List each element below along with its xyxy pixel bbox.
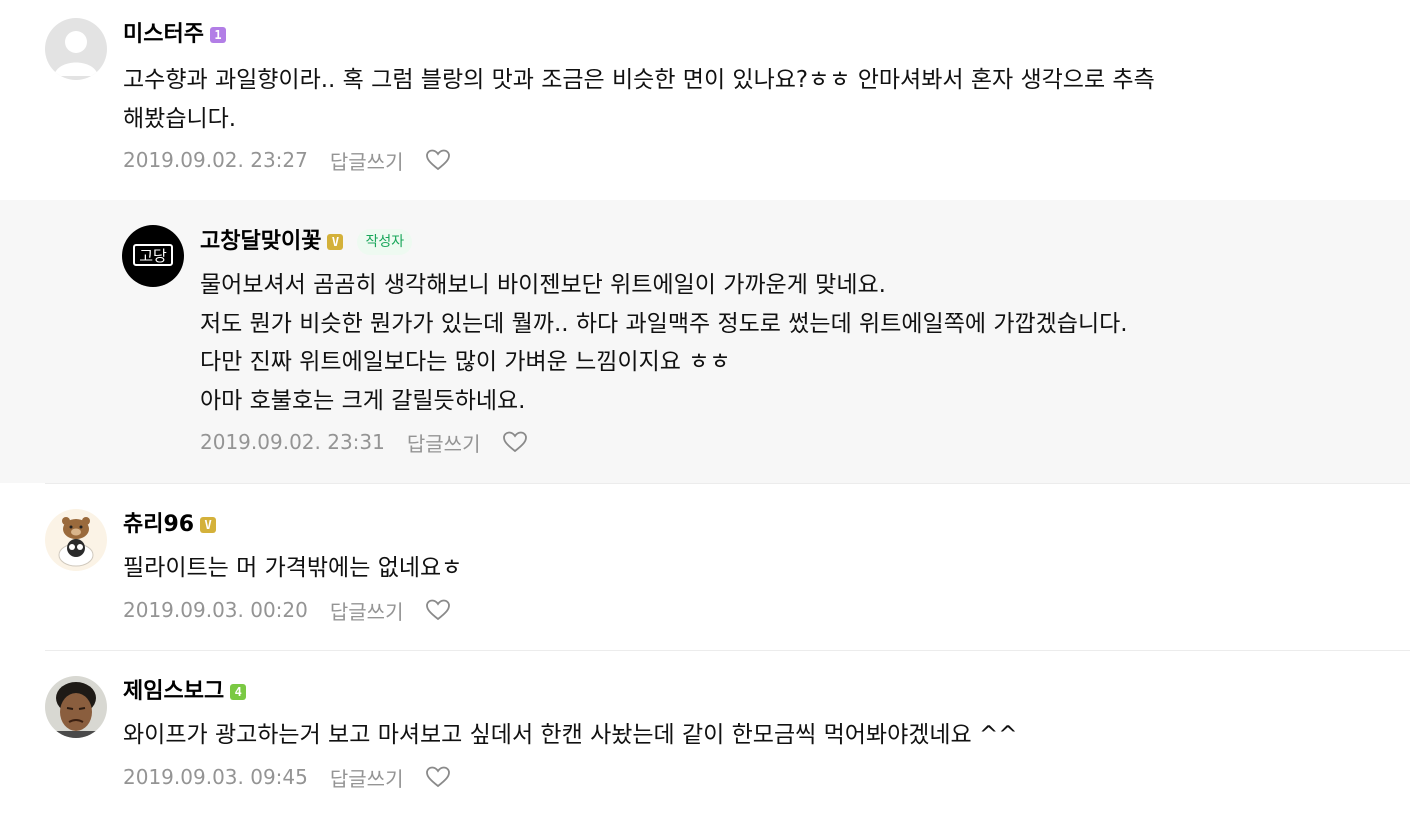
comment-text: 고수향과 과일향이라.. 혹 그럼 블랑의 맛과 조금은 비슷한 면이 있나요?…: [123, 61, 1155, 138]
comment-line: 물어보셔서 곰곰히 생각해보니 바이젠보단 위트에일이 가까운게 맞네요.: [200, 272, 886, 298]
comment-text: 물어보셔서 곰곰히 생각해보니 바이젠보단 위트에일이 가까운게 맞네요. 저도 …: [200, 266, 1128, 420]
author-name[interactable]: 미스터주 1: [123, 22, 226, 48]
heart-icon[interactable]: [425, 765, 451, 789]
comment-text: 와이프가 광고하는거 보고 마셔보고 싶데서 한캔 사놨는데 같이 한모금씩 먹…: [123, 716, 1018, 755]
author-label[interactable]: 미스터주: [123, 22, 204, 48]
level-badge: V: [327, 234, 344, 250]
comment-meta: 2019.09.03. 00:20 답글쓰기: [123, 596, 451, 625]
comment-line: 저도 뭔가 비슷한 뭔가가 있는데 뭘까.. 하다 과일맥주 정도로 썼는데 위…: [200, 310, 1128, 337]
brand-logo-avatar[interactable]: 고당: [122, 225, 184, 287]
author-label[interactable]: 제임스보그: [123, 679, 224, 705]
heart-icon[interactable]: [425, 598, 451, 622]
comment-line: 고수향과 과일향이라.. 혹 그럼 블랑의 맛과 조금은 비슷한 면이 있나요?…: [123, 67, 1155, 93]
level-badge: V: [200, 517, 217, 533]
comment-meta: 2019.09.02. 23:27 답글쓰기: [123, 146, 451, 175]
reply-button[interactable]: 답글쓰기: [330, 763, 404, 792]
author-name[interactable]: 츄리96 V: [123, 512, 217, 538]
comment-meta: 2019.09.03. 09:45 답글쓰기: [123, 763, 451, 792]
comment-date: 2019.09.02. 23:31: [200, 430, 385, 454]
author-label[interactable]: 츄리96: [123, 512, 194, 538]
heart-icon[interactable]: [425, 148, 451, 172]
heart-icon[interactable]: [502, 430, 528, 454]
author-name[interactable]: 고창달맞이꽃 V 작성자: [200, 229, 413, 255]
photo-avatar[interactable]: [45, 676, 107, 738]
author-label[interactable]: 고창달맞이꽃: [200, 229, 321, 255]
author-name[interactable]: 제임스보그 4: [123, 679, 247, 705]
comment-divider: [45, 483, 1410, 484]
level-badge: 4: [230, 684, 247, 700]
comment-line: 와이프가 광고하는거 보고 마셔보고 싶데서 한캔 사놨는데 같이 한모금씩 먹…: [123, 722, 1018, 748]
bear-avatar[interactable]: [45, 509, 107, 571]
writer-badge: 작성자: [357, 229, 413, 255]
comment-date: 2019.09.02. 23:27: [123, 148, 308, 172]
comment-line: 다만 진짜 위트에일보다는 많이 가벼운 느낌이지요 ㅎㅎ: [200, 349, 731, 375]
comment-line: 필라이트는 머 가격밖에는 없네요ㅎ: [123, 555, 463, 581]
comment-divider: [45, 650, 1410, 651]
comment-date: 2019.09.03. 09:45: [123, 765, 308, 789]
comment-text: 필라이트는 머 가격밖에는 없네요ㅎ: [123, 549, 462, 588]
comment-meta: 2019.09.02. 23:31 답글쓰기: [200, 428, 528, 457]
comment-line: 해봤습니다.: [123, 105, 237, 132]
svg-text:고당: 고당: [139, 247, 167, 265]
reply-button[interactable]: 답글쓰기: [330, 596, 404, 625]
reply-button[interactable]: 답글쓰기: [330, 146, 404, 175]
reply-button[interactable]: 답글쓰기: [407, 428, 481, 457]
comment-line: 아마 호불호는 크게 갈릴듯하네요.: [200, 387, 526, 414]
level-badge: 1: [209, 27, 226, 43]
default-avatar-icon[interactable]: [45, 18, 107, 80]
comment-date: 2019.09.03. 00:20: [123, 598, 308, 622]
